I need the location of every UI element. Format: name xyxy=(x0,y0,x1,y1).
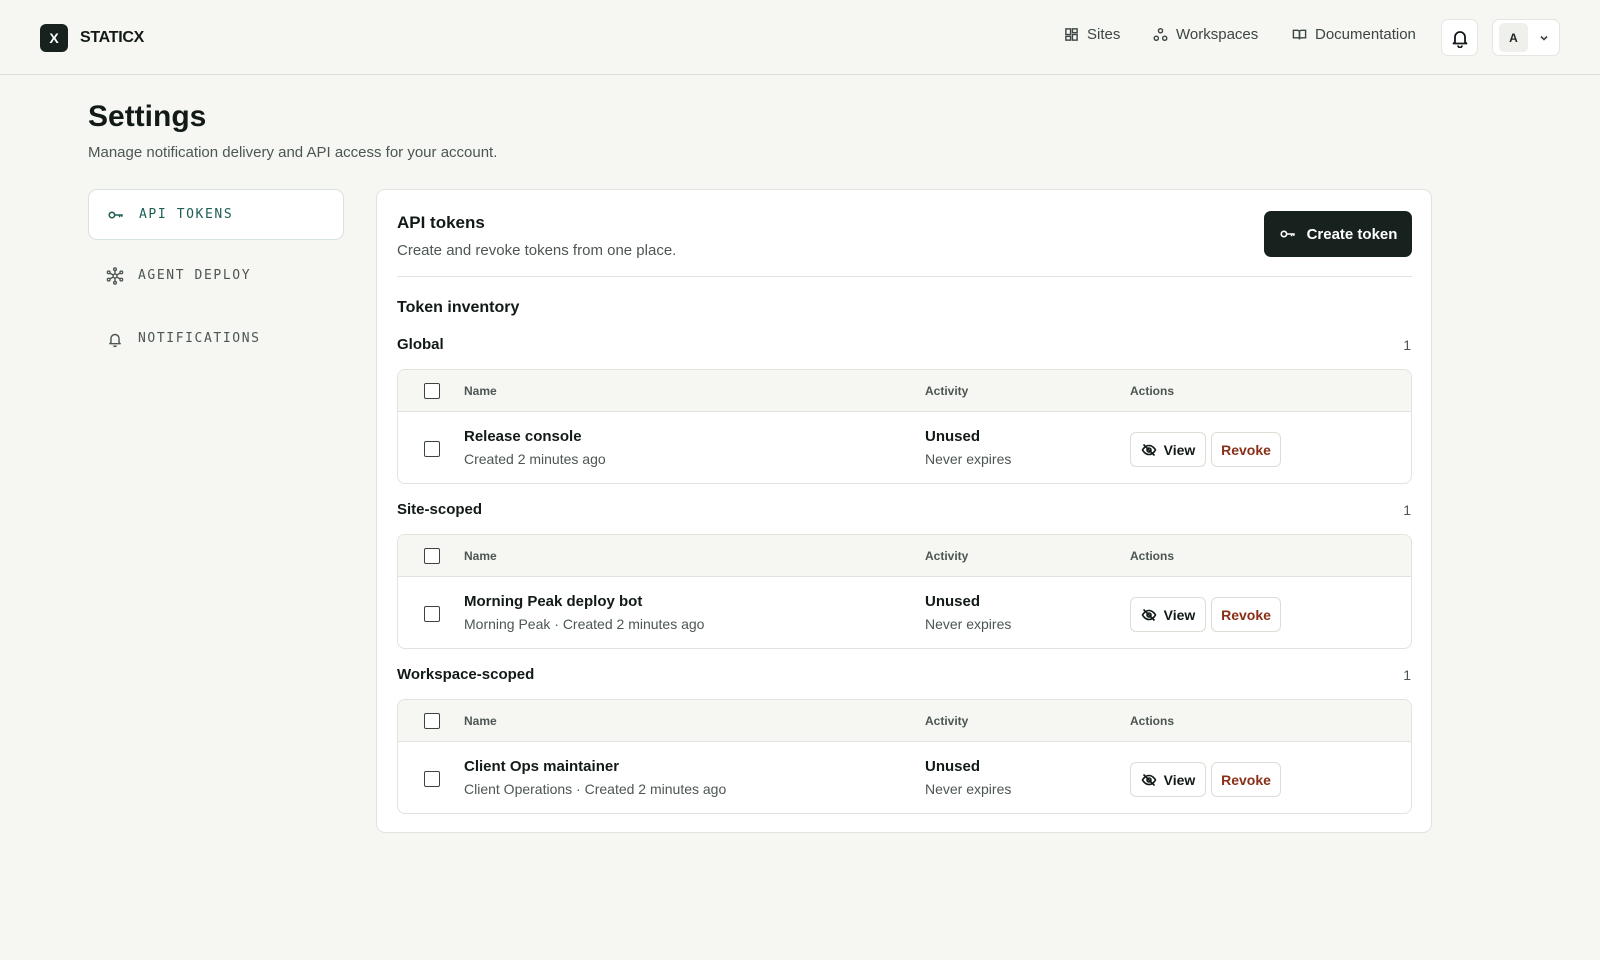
column-header-activity: Activity xyxy=(925,384,969,398)
eye-off-icon xyxy=(1141,443,1157,456)
notifications-button[interactable] xyxy=(1441,19,1478,56)
brand-name: STATICX xyxy=(80,29,144,46)
top-bar: X STATICX Sites Workspaces Documentation xyxy=(0,0,1600,75)
select-all-checkbox[interactable] xyxy=(424,383,440,399)
eye-off-icon xyxy=(1141,608,1157,621)
select-all-checkbox[interactable] xyxy=(424,548,440,564)
key-icon xyxy=(108,211,123,218)
view-token-button[interactable]: View xyxy=(1130,597,1206,632)
revoke-token-button[interactable]: Revoke xyxy=(1211,432,1281,467)
api-tokens-panel: API tokens Create and revoke tokens from… xyxy=(376,189,1432,833)
key-icon xyxy=(1280,230,1295,238)
table-header: Name Activity Actions xyxy=(398,700,1411,742)
column-header-activity: Activity xyxy=(925,714,969,728)
token-name: Client Ops maintainer xyxy=(464,758,620,775)
column-header-actions: Actions xyxy=(1130,714,1175,728)
token-inventory-title: Token inventory xyxy=(397,299,520,316)
book-icon xyxy=(1292,29,1307,40)
token-expiry: Never expires xyxy=(925,616,1012,632)
table-header: Name Activity Actions xyxy=(398,535,1411,577)
token-status: Unused xyxy=(925,593,981,610)
sidebar-item-label: AGENT DEPLOY xyxy=(138,268,252,283)
sidebar-item-label: API TOKENS xyxy=(139,207,234,222)
brand[interactable]: X STATICX xyxy=(40,24,144,52)
network-icon xyxy=(106,266,124,285)
panel-subtitle: Create and revoke tokens from one place. xyxy=(397,242,677,259)
token-expiry: Never expires xyxy=(925,781,1012,797)
nav-item-workspaces[interactable]: Workspaces xyxy=(1153,26,1258,43)
group-label-workspace-scoped: Workspace-scoped xyxy=(397,666,535,683)
panel-title: API tokens xyxy=(397,213,485,232)
revoke-token-button[interactable]: Revoke xyxy=(1211,762,1281,797)
bell-icon xyxy=(109,333,121,347)
sidebar-item-notifications[interactable]: NOTIFICATIONS xyxy=(88,313,344,364)
brand-logo: X xyxy=(40,24,68,52)
column-header-name: Name xyxy=(464,549,497,563)
row-checkbox[interactable] xyxy=(424,771,440,787)
token-status: Unused xyxy=(925,428,981,445)
view-token-button[interactable]: View xyxy=(1130,432,1206,467)
token-meta: Client Operations · Created 2 minutes ag… xyxy=(464,781,727,797)
group-count: 1 xyxy=(1403,667,1411,683)
user-menu-button[interactable]: A xyxy=(1492,19,1560,56)
token-expiry: Never expires xyxy=(925,451,1012,467)
create-token-label: Create token xyxy=(1306,225,1398,243)
token-table-global: Name Activity Actions Release console Cr… xyxy=(397,369,1412,484)
sidebar-item-api-tokens[interactable]: API TOKENS xyxy=(88,189,344,240)
create-token-button[interactable]: Create token xyxy=(1264,211,1412,257)
workspaces-icon xyxy=(1153,27,1168,42)
nav-label: Documentation xyxy=(1315,26,1416,43)
view-token-button[interactable]: View xyxy=(1130,762,1206,797)
bell-icon xyxy=(1452,30,1467,48)
grid-icon xyxy=(1065,28,1078,41)
token-table-workspace-scoped: Name Activity Actions Client Ops maintai… xyxy=(397,699,1412,814)
table-header: Name Activity Actions xyxy=(398,370,1411,412)
nav-item-documentation[interactable]: Documentation xyxy=(1292,26,1416,43)
group-count: 1 xyxy=(1403,337,1411,353)
column-header-name: Name xyxy=(464,714,497,728)
view-label: View xyxy=(1163,771,1196,788)
token-status: Unused xyxy=(925,758,981,775)
token-name: Release console xyxy=(464,428,582,445)
column-header-actions: Actions xyxy=(1130,384,1175,398)
divider xyxy=(397,276,1412,277)
nav-label: Workspaces xyxy=(1176,26,1259,43)
column-header-name: Name xyxy=(464,384,497,398)
view-label: View xyxy=(1163,441,1196,458)
page-title: Settings xyxy=(88,100,207,133)
column-header-actions: Actions xyxy=(1130,549,1175,563)
avatar: A xyxy=(1499,23,1528,52)
nav-item-sites[interactable]: Sites xyxy=(1064,26,1120,43)
nav-label: Sites xyxy=(1087,26,1121,43)
token-name: Morning Peak deploy bot xyxy=(464,593,643,610)
row-checkbox[interactable] xyxy=(424,441,440,457)
page-subtitle: Manage notification delivery and API acc… xyxy=(88,144,498,161)
token-table-site-scoped: Name Activity Actions Morning Peak deplo… xyxy=(397,534,1412,649)
token-meta: Created 2 minutes ago xyxy=(464,451,606,467)
eye-off-icon xyxy=(1141,773,1157,786)
group-label-site-scoped: Site-scoped xyxy=(397,501,483,518)
select-all-checkbox[interactable] xyxy=(424,713,440,729)
token-meta: Morning Peak · Created 2 minutes ago xyxy=(464,616,705,632)
view-label: View xyxy=(1163,606,1196,623)
revoke-token-button[interactable]: Revoke xyxy=(1211,597,1281,632)
column-header-activity: Activity xyxy=(925,549,969,563)
chevron-down-icon xyxy=(1540,35,1548,41)
sidebar-item-label: NOTIFICATIONS xyxy=(138,331,261,346)
row-checkbox[interactable] xyxy=(424,606,440,622)
group-label-global: Global xyxy=(397,336,444,353)
group-count: 1 xyxy=(1403,502,1411,518)
sidebar-item-agent-deploy[interactable]: AGENT DEPLOY xyxy=(88,250,344,301)
